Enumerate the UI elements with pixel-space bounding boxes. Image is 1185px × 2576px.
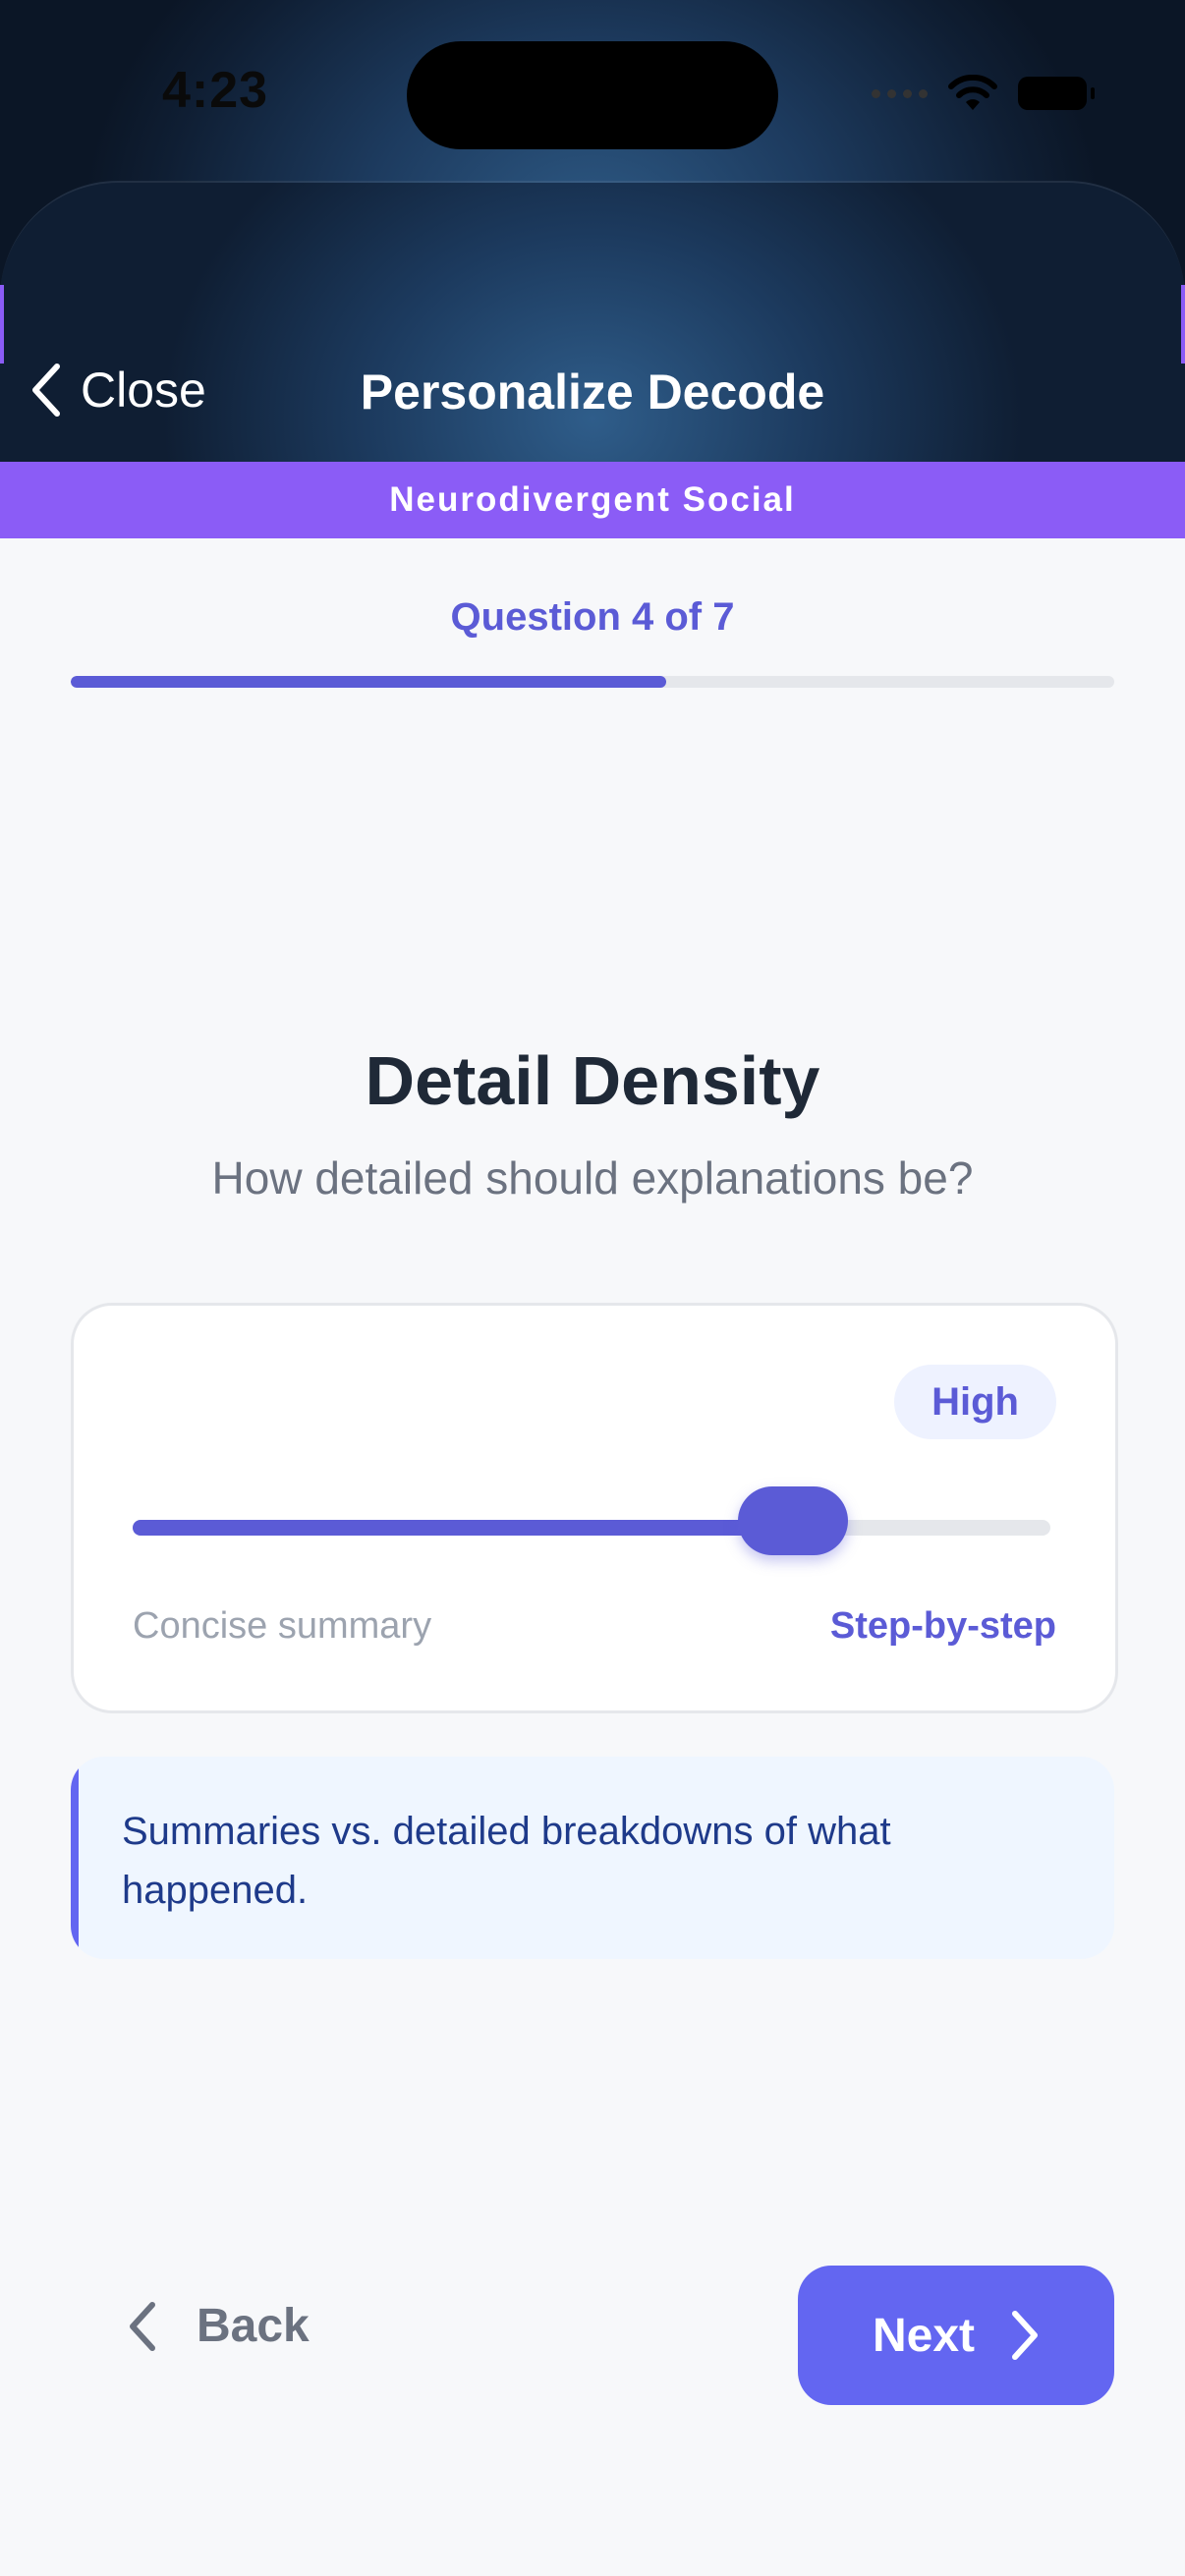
wifi-icon — [948, 75, 997, 110]
chevron-right-icon — [1012, 2311, 1039, 2360]
header-background: 4:23 Close Personalize Decode — [0, 0, 1185, 462]
progress-label: Question 4 of 7 — [450, 595, 735, 639]
hint-box: Summaries vs. detailed breakdowns of wha… — [71, 1757, 1114, 1959]
hint-text: Summaries vs. detailed breakdowns of wha… — [122, 1810, 891, 1912]
chevron-left-icon — [130, 2301, 155, 2351]
category-banner: Neurodivergent Social — [0, 462, 1185, 538]
slider-fill — [133, 1520, 794, 1536]
next-label: Next — [872, 2309, 976, 2362]
status-time: 4:23 — [162, 62, 269, 119]
cellular-signal-icon — [872, 88, 928, 98]
question-subtitle: How detailed should explanations be? — [211, 1152, 974, 1204]
sheet-edge-accent — [0, 285, 4, 364]
progress-bar-fill — [71, 676, 667, 688]
page-title: Personalize Decode — [360, 364, 825, 420]
back-button[interactable]: Back — [128, 2299, 310, 2353]
detail-slider-card: High Concise summary Step-by-step — [71, 1303, 1118, 1713]
status-icons — [872, 75, 1095, 112]
progress-bar — [71, 676, 1114, 688]
next-button[interactable]: Next — [798, 2266, 1114, 2405]
slider-thumb[interactable] — [738, 1486, 849, 1555]
battery-icon — [1018, 77, 1095, 110]
dynamic-island — [407, 41, 778, 149]
level-badge: High — [894, 1365, 1056, 1439]
hint-accent-bar — [71, 1757, 79, 1959]
back-label: Back — [197, 2300, 310, 2352]
detail-density-slider[interactable] — [133, 1486, 1050, 1555]
slider-min-label: Concise summary — [133, 1605, 432, 1647]
question-title: Detail Density — [365, 1042, 820, 1119]
slider-max-label: Step-by-step — [829, 1605, 1056, 1647]
sheet-edge-accent — [1181, 285, 1185, 364]
